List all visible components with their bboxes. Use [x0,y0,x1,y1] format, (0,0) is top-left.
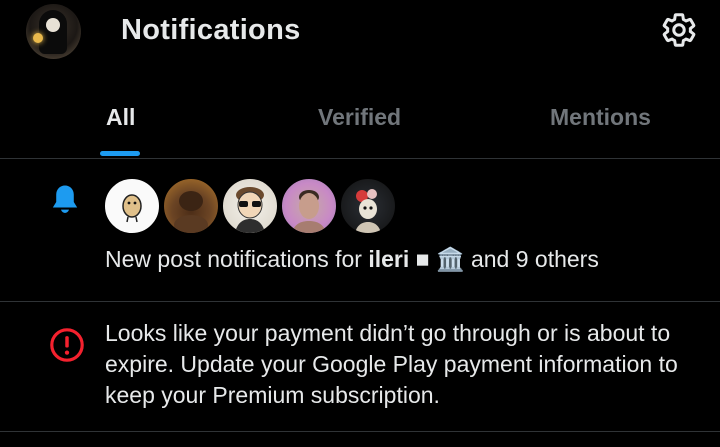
username[interactable]: ileri [368,246,409,272]
bell-icon [52,185,78,213]
avatar[interactable] [163,178,219,234]
tab-bar: All Verified Mentions [0,62,720,159]
page-title: Notifications [121,14,301,46]
notification-item-new-posts[interactable]: New post notifications for ileri ■ 🏛️ an… [0,159,720,302]
tab-all[interactable]: All [106,104,135,131]
active-tab-indicator [100,151,140,156]
avatar[interactable] [281,178,337,234]
gear-icon[interactable] [660,11,698,49]
avatar[interactable] [222,178,278,234]
header: Notifications [0,0,720,62]
notification-text: New post notifications for ileri ■ 🏛️ an… [105,246,599,273]
notification-item-payment-alert[interactable]: Looks like your payment didn’t go throug… [0,302,720,432]
alert-circle-icon [50,328,84,362]
tab-verified[interactable]: Verified [318,104,401,131]
notification-suffix: and 9 others [464,246,599,272]
payment-alert-text: Looks like your payment didn’t go throug… [105,320,678,408]
username-emoji: ■ 🏛️ [409,246,465,272]
tab-mentions[interactable]: Mentions [550,104,651,131]
avatar[interactable] [104,178,160,234]
notification-prefix: New post notifications for [105,246,369,272]
avatar[interactable] [340,178,396,234]
profile-avatar[interactable] [26,4,81,59]
